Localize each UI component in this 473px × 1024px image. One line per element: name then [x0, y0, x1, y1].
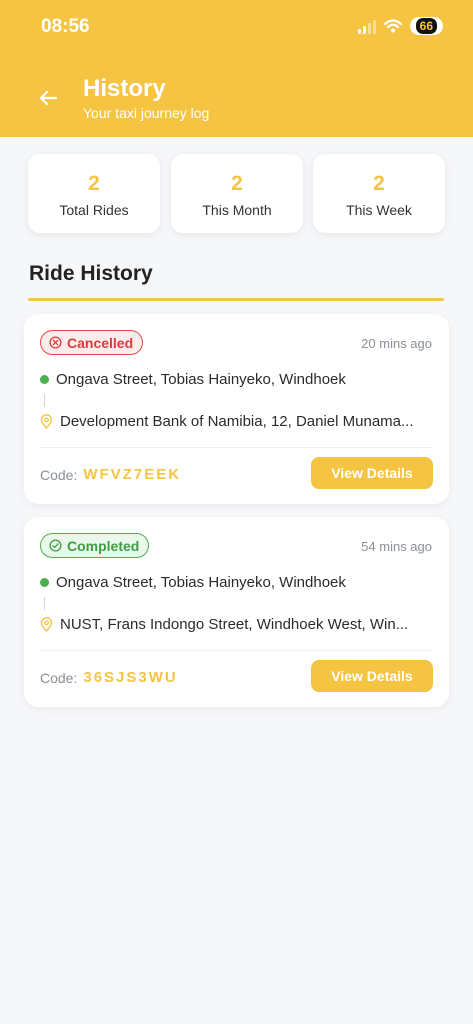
- ride-card[interactable]: Cancelled 20 mins ago Ongava Street, Tob…: [24, 314, 449, 504]
- back-arrow-icon[interactable]: [36, 86, 60, 110]
- ride-code: Code: WFVZ7EEK: [40, 466, 181, 483]
- view-details-button[interactable]: View Details: [311, 660, 433, 692]
- completed-check-icon: [49, 539, 62, 552]
- pin-icon: [40, 617, 53, 632]
- dropoff-text: Development Bank of Namibia, 12, Daniel …: [60, 413, 414, 430]
- battery-level: 66: [415, 18, 437, 34]
- pickup-dot-icon: [40, 375, 49, 384]
- status-label: Cancelled: [67, 334, 134, 351]
- ride-time: 20 mins ago: [361, 336, 432, 351]
- dropoff-text: NUST, Frans Indongo Street, Windhoek Wes…: [60, 616, 409, 633]
- section-title: Ride History: [29, 262, 153, 285]
- pickup-location: Ongava Street, Tobias Hainyeko, Windhoek: [40, 371, 346, 388]
- cancelled-x-icon: [49, 336, 62, 349]
- status-badge: Completed: [40, 533, 150, 558]
- pickup-text: Ongava Street, Tobias Hainyeko, Windhoek: [56, 574, 346, 591]
- ride-code: Code: 36SJS3WU: [40, 669, 178, 686]
- stat-value: 2: [88, 172, 100, 195]
- dropoff-location: NUST, Frans Indongo Street, Windhoek Wes…: [40, 616, 435, 633]
- stat-value: 2: [231, 172, 243, 195]
- page-subtitle: Your taxi journey log: [83, 105, 210, 121]
- page-title: History: [83, 75, 166, 102]
- ride-time: 54 mins ago: [361, 539, 432, 554]
- signal-icon: [357, 18, 376, 34]
- status-icons: 66: [357, 17, 443, 35]
- header: 08:56 66 History Your taxi journey log: [0, 0, 473, 137]
- code-label: Code:: [40, 669, 78, 686]
- wifi-icon: [383, 19, 402, 33]
- divider: [40, 447, 433, 448]
- route-connector: [44, 394, 45, 407]
- stat-label: Total Rides: [59, 202, 129, 218]
- view-details-button[interactable]: View Details: [311, 457, 433, 489]
- ride-card[interactable]: Completed 54 mins ago Ongava Street, Tob…: [24, 517, 449, 707]
- code-value: WFVZ7EEK: [83, 466, 182, 483]
- stat-card-total-rides: 2 Total Rides: [28, 154, 160, 233]
- pickup-dot-icon: [40, 578, 49, 587]
- pickup-location: Ongava Street, Tobias Hainyeko, Windhoek: [40, 574, 346, 591]
- battery-icon: 66: [409, 17, 443, 35]
- stat-card-this-month: 2 This Month: [171, 154, 303, 233]
- section-underline: [28, 298, 444, 301]
- stat-label: This Week: [346, 202, 412, 218]
- stat-card-this-week: 2 This Week: [313, 154, 445, 233]
- status-time: 08:56: [41, 16, 90, 37]
- code-value: 36SJS3WU: [83, 669, 178, 686]
- pickup-text: Ongava Street, Tobias Hainyeko, Windhoek: [56, 371, 346, 388]
- route-connector: [44, 597, 45, 610]
- code-label: Code:: [40, 466, 78, 483]
- stat-label: This Month: [202, 202, 272, 218]
- divider: [40, 650, 433, 651]
- status-label: Completed: [67, 537, 140, 554]
- dropoff-location: Development Bank of Namibia, 12, Daniel …: [40, 413, 435, 430]
- pin-icon: [40, 414, 53, 429]
- status-badge: Cancelled: [40, 330, 144, 355]
- stat-value: 2: [373, 172, 385, 195]
